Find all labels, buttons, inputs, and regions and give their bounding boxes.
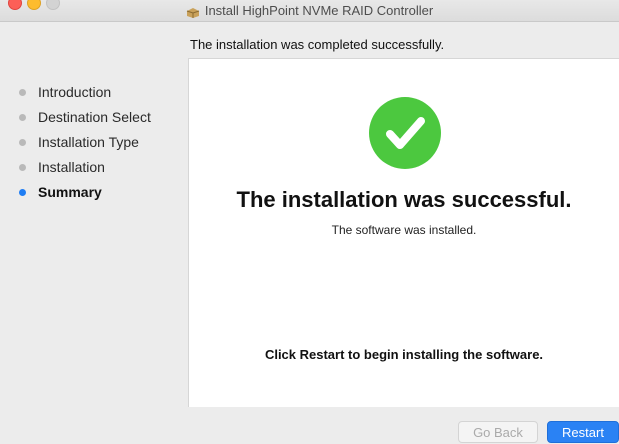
step-label: Installation: [38, 159, 105, 175]
sidebar-step-summary: Summary: [0, 180, 185, 205]
summary-panel: The installation was successful. The sof…: [188, 58, 619, 407]
completion-message: The installation was completed successfu…: [190, 37, 445, 52]
sidebar-step-introduction: Introduction: [0, 80, 185, 105]
installer-steps-sidebar: Introduction Destination Select Installa…: [0, 80, 185, 205]
step-label: Summary: [38, 184, 102, 200]
step-label: Destination Select: [38, 109, 151, 125]
restart-button[interactable]: Restart: [547, 421, 619, 443]
success-title: The installation was successful.: [236, 187, 572, 212]
restart-instruction: Click Restart to begin installing the so…: [264, 347, 544, 362]
sidebar-step-installation: Installation: [0, 155, 185, 180]
step-label: Introduction: [38, 84, 112, 100]
step-label: Installation Type: [38, 134, 139, 150]
step-dot-icon: [19, 114, 26, 121]
success-checkmark-icon: [369, 97, 441, 169]
sidebar-step-installation-type: Installation Type: [0, 130, 185, 155]
step-dot-icon: [19, 89, 26, 96]
sidebar-step-destination-select: Destination Select: [0, 105, 185, 130]
active-step-dot-icon: [19, 189, 26, 196]
window-titlebar: Install HighPoint NVMe RAID Controller: [0, 0, 619, 22]
success-subtitle: The software was installed.: [331, 223, 477, 237]
step-dot-icon: [19, 139, 26, 146]
window-title-group: Install HighPoint NVMe RAID Controller: [0, 3, 619, 18]
go-back-button[interactable]: Go Back: [458, 421, 538, 443]
step-dot-icon: [19, 164, 26, 171]
package-icon: [186, 6, 200, 18]
window-title: Install HighPoint NVMe RAID Controller: [204, 3, 434, 18]
